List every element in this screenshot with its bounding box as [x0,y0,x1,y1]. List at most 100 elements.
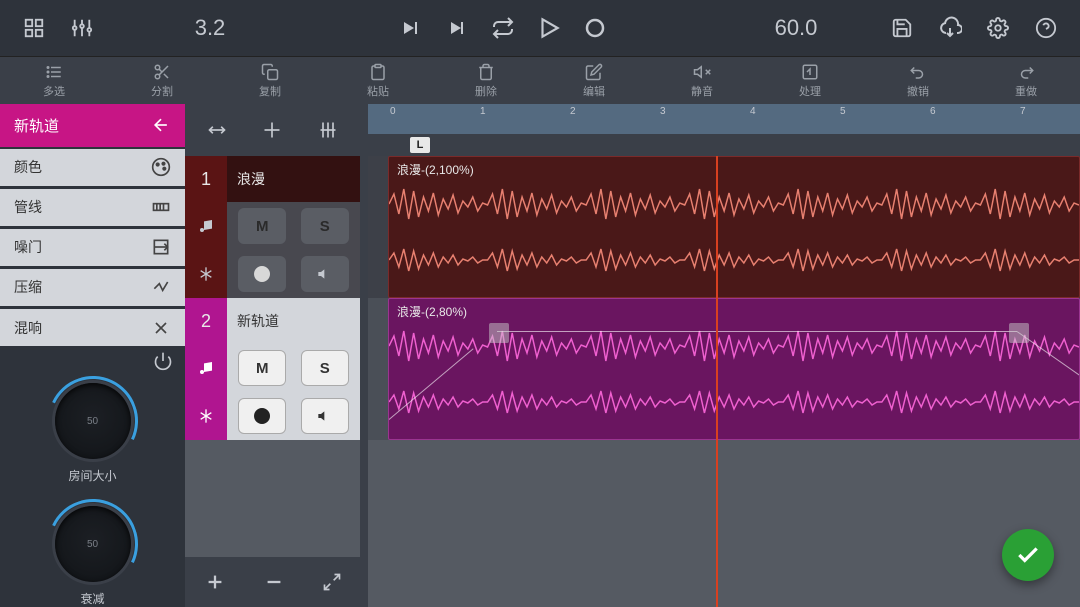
expand-button[interactable] [322,572,342,592]
ruler-tick: 1 [480,106,486,117]
power-icon[interactable] [153,351,173,371]
move-tool-icon[interactable] [202,115,232,145]
color-row[interactable]: 颜色 [0,149,185,187]
track-2-volume[interactable] [301,398,349,434]
envelope-handle[interactable] [1009,323,1029,343]
left-panel: 新轨道 颜色 管线 噪门 压缩 混响 50 房 [0,104,185,607]
loop-marker[interactable]: L [410,137,430,153]
loop-marker-row[interactable]: L [360,134,1080,156]
delete-button[interactable]: 删除 [432,57,540,104]
save-icon[interactable] [882,8,922,48]
track-1-freeze-icon[interactable] [185,250,227,298]
track-1-mute[interactable]: M [238,208,286,244]
split-button[interactable]: 分割 [108,57,216,104]
reverb-row[interactable]: 混响 [0,309,185,347]
track-2-note-icon[interactable] [185,344,227,392]
edit-label: 编辑 [583,83,605,99]
align-tool-icon[interactable] [257,115,287,145]
track-header-1[interactable]: 1 浪漫 M S [185,156,360,298]
ruler-tick: 0 [390,106,396,117]
tracks-area[interactable]: 浪漫-(2,100%) 浪漫-(2,80%) [360,156,1080,607]
paste-label: 粘贴 [367,83,389,99]
copy-label: 复制 [259,83,281,99]
track-tools [185,104,360,156]
skip-start-icon[interactable] [391,8,431,48]
palette-icon [151,157,171,177]
room-size-knob[interactable]: 50 [55,383,131,459]
envelope-handle[interactable] [489,323,509,343]
room-value: 50 [87,416,98,427]
redo-label: 重做 [1015,83,1037,99]
copy-button[interactable]: 复制 [216,57,324,104]
compress-icon [151,277,171,297]
power-row [0,347,185,375]
left-panel-title[interactable]: 新轨道 [0,104,185,147]
process-label: 处理 [799,83,821,99]
compress-row[interactable]: 压缩 [0,269,185,307]
main-area: 新轨道 颜色 管线 噪门 压缩 混响 50 房 [0,104,1080,607]
track-1-number: 1 [185,156,227,202]
track-1-note-icon[interactable] [185,202,227,250]
mute-button[interactable]: 静音 [648,57,756,104]
help-icon[interactable] [1026,8,1066,48]
panel-title-label: 新轨道 [14,115,59,136]
skip-end-icon[interactable] [437,8,477,48]
bar-beat-display[interactable]: 3.2 [170,15,250,41]
bpm-display[interactable]: 60.0 [756,15,836,41]
ruler-tick: 7 [1020,106,1026,117]
playhead[interactable] [716,156,718,607]
pipeline-row[interactable]: 管线 [0,189,185,227]
delete-label: 删除 [475,83,497,99]
empty-lane-area[interactable] [368,440,1080,607]
audio-clip-1[interactable]: 浪漫-(2,100%) [388,156,1080,298]
top-bar: 3.2 60.0 [0,0,1080,56]
mixer-icon[interactable] [62,8,102,48]
track-2-record[interactable] [238,398,286,434]
record-icon[interactable] [575,8,615,48]
cloud-download-icon[interactable] [930,8,970,48]
track-2-name[interactable]: 新轨道 [227,298,360,344]
ruler[interactable]: 0 1 2 3 4 5 6 7 [360,104,1080,134]
timeline-area: 0 1 2 3 4 5 6 7 L 浪漫-(2,100%) [360,104,1080,607]
track-lane-2[interactable]: 浪漫-(2,80%) [368,298,1080,440]
track-1-volume[interactable] [301,256,349,292]
undo-button[interactable]: 撤销 [864,57,972,104]
snap-tool-icon[interactable] [313,115,343,145]
track-2-mute[interactable]: M [238,350,286,386]
multiselect-button[interactable]: 多选 [0,57,108,104]
ruler-tick: 5 [840,106,846,117]
transport-controls [391,8,615,48]
track-header-2[interactable]: 2 新轨道 M S [185,298,360,440]
decay-value: 50 [87,539,98,550]
color-label: 颜色 [14,157,42,177]
knob-area: 50 房间大小 50 衰减 [0,375,185,607]
edit-toolbar: 多选 分割 复制 粘贴 删除 编辑 静音 处理 撤销 重做 [0,56,1080,104]
loop-icon[interactable] [483,8,523,48]
multiselect-label: 多选 [43,83,65,99]
track-1-solo[interactable]: S [301,208,349,244]
apps-icon[interactable] [14,8,54,48]
settings-icon[interactable] [978,8,1018,48]
track-lane-1[interactable]: 浪漫-(2,100%) [368,156,1080,298]
redo-button[interactable]: 重做 [972,57,1080,104]
room-label: 房间大小 [68,467,116,484]
track-2-freeze-icon[interactable] [185,392,227,440]
ruler-tick: 2 [570,106,576,117]
audio-clip-2[interactable]: 浪漫-(2,80%) [388,298,1080,440]
pipeline-icon [151,197,171,217]
paste-button[interactable]: 粘贴 [324,57,432,104]
decay-knob[interactable]: 50 [55,506,131,582]
track-1-record[interactable] [238,256,286,292]
undo-label: 撤销 [907,83,929,99]
gate-row[interactable]: 噪门 [0,229,185,267]
check-icon [1015,542,1041,568]
remove-track-button[interactable] [263,571,285,593]
process-button[interactable]: 处理 [756,57,864,104]
play-icon[interactable] [529,8,569,48]
confirm-fab[interactable] [1002,529,1054,581]
edit-button[interactable]: 编辑 [540,57,648,104]
track-1-name[interactable]: 浪漫 [227,156,360,202]
add-track-button[interactable] [204,571,226,593]
clip-1-label: 浪漫-(2,100%) [397,161,474,178]
track-2-solo[interactable]: S [301,350,349,386]
